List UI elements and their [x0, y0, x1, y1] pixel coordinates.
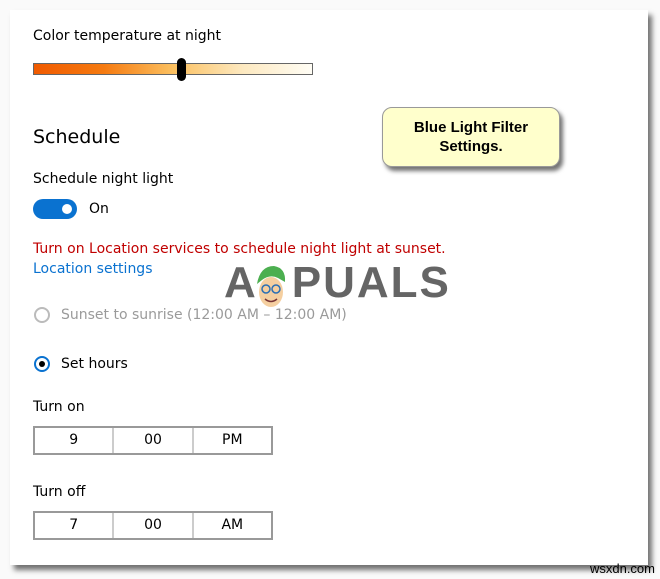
turn-on-label: Turn on: [33, 399, 85, 415]
turn-on-minute[interactable]: 00: [114, 428, 194, 453]
toggle-state-label: On: [89, 201, 109, 217]
callout-line-2: Settings.: [439, 138, 503, 155]
toggle-knob: [62, 204, 72, 214]
callout-line-1: Blue Light Filter: [413, 119, 529, 136]
schedule-night-light-toggle[interactable]: [33, 199, 77, 219]
turn-off-minute[interactable]: 00: [114, 513, 194, 538]
turn-on-time-picker[interactable]: 9 00 PM: [33, 426, 273, 455]
schedule-heading: Schedule: [33, 126, 121, 148]
slider-thumb[interactable]: [176, 58, 186, 81]
sunset-to-sunrise-radio[interactable]: [34, 307, 50, 323]
sunset-to-sunrise-label: Sunset to sunrise (12:00 AM – 12:00 AM): [61, 307, 347, 323]
radio-dot: [39, 361, 45, 367]
turn-on-hour[interactable]: 9: [35, 428, 115, 453]
location-settings-link[interactable]: Location settings: [33, 261, 153, 277]
turn-off-period[interactable]: AM: [194, 513, 271, 538]
mascot-icon: [257, 266, 286, 307]
location-warning: Turn on Location services to schedule ni…: [33, 241, 446, 257]
callout-annotation: Blue Light Filter Settings.: [382, 107, 560, 167]
turn-off-hour[interactable]: 7: [35, 513, 115, 538]
turn-on-period[interactable]: PM: [194, 428, 271, 453]
set-hours-label: Set hours: [61, 356, 128, 372]
site-credit: wsxdn.com: [589, 561, 655, 576]
color-temperature-label: Color temperature at night: [33, 28, 221, 44]
turn-off-label: Turn off: [33, 484, 86, 500]
schedule-night-light-label: Schedule night light: [33, 171, 174, 187]
color-temperature-slider[interactable]: [33, 63, 313, 75]
set-hours-radio[interactable]: [34, 356, 50, 372]
watermark-right: PUALS: [291, 258, 451, 307]
turn-off-time-picker[interactable]: 7 00 AM: [33, 511, 273, 540]
